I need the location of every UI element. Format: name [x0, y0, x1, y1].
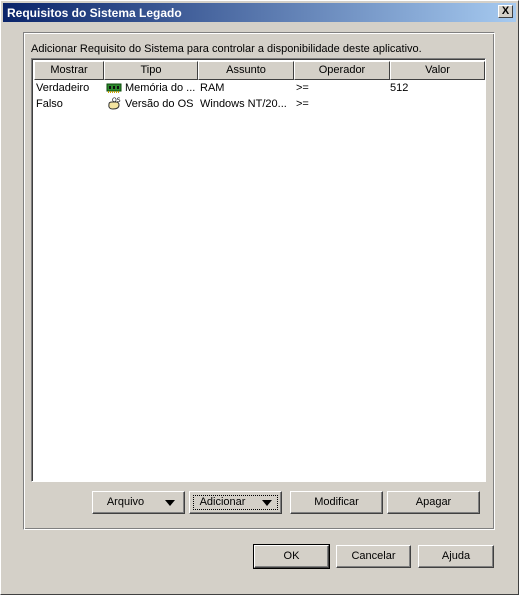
ajuda-label: Ajuda: [441, 550, 471, 562]
description-text: Adicionar Requisito do Sistema para cont…: [31, 43, 422, 55]
ok-label: OK: [283, 550, 300, 562]
cell-operador: >=: [296, 98, 309, 110]
chevron-down-icon: [262, 500, 272, 506]
column-header-assunto[interactable]: Assunto: [198, 61, 294, 80]
cancelar-button[interactable]: Cancelar: [336, 545, 411, 568]
memory-chip-icon: [106, 81, 122, 98]
table-row[interactable]: Verdadeiro Memória do ... RAM >= 512: [34, 81, 485, 97]
cell-tipo: Memória do ...: [125, 82, 196, 94]
cancelar-label: Cancelar: [351, 550, 396, 562]
dialog-window: Requisitos do Sistema Legado X Adicionar…: [0, 0, 519, 595]
apagar-label: Apagar: [415, 496, 452, 508]
cell-mostrar: Falso: [36, 98, 63, 110]
column-header-valor[interactable]: Valor: [390, 61, 485, 80]
list-header: Mostrar Tipo Assunto Operador Valor: [34, 61, 485, 80]
close-icon: X: [501, 5, 510, 17]
cell-operador: >=: [296, 82, 309, 94]
close-button[interactable]: X: [498, 5, 513, 18]
table-row[interactable]: Falso OS Versão do OS Windows NT/20... >…: [34, 97, 485, 113]
apagar-button[interactable]: Apagar: [387, 491, 480, 514]
column-header-tipo[interactable]: Tipo: [104, 61, 198, 80]
title-bar[interactable]: Requisitos do Sistema Legado X: [3, 3, 516, 22]
column-header-mostrar[interactable]: Mostrar: [34, 61, 104, 80]
window-title: Requisitos do Sistema Legado: [7, 6, 182, 20]
chevron-down-icon: [165, 500, 175, 506]
cell-tipo: Versão do OS: [125, 98, 194, 110]
column-header-operador[interactable]: Operador: [294, 61, 390, 80]
adicionar-button[interactable]: Adicionar: [189, 491, 282, 514]
ok-button[interactable]: OK: [253, 544, 330, 569]
cell-valor: 512: [390, 82, 409, 94]
modificar-label: Modificar: [314, 496, 359, 508]
os-version-icon: OS: [106, 97, 122, 114]
arquivo-button[interactable]: Arquivo: [92, 491, 185, 514]
arquivo-label: Arquivo: [106, 496, 145, 508]
adicionar-label: Adicionar: [199, 496, 246, 508]
cell-assunto: RAM: [200, 82, 225, 94]
modificar-button[interactable]: Modificar: [290, 491, 383, 514]
cell-mostrar: Verdadeiro: [36, 82, 90, 94]
ajuda-button[interactable]: Ajuda: [418, 545, 494, 568]
cell-assunto: Windows NT/20...: [200, 98, 287, 110]
requirements-list[interactable]: Mostrar Tipo Assunto Operador Valor Verd…: [31, 58, 486, 482]
svg-text:OS: OS: [112, 97, 121, 104]
